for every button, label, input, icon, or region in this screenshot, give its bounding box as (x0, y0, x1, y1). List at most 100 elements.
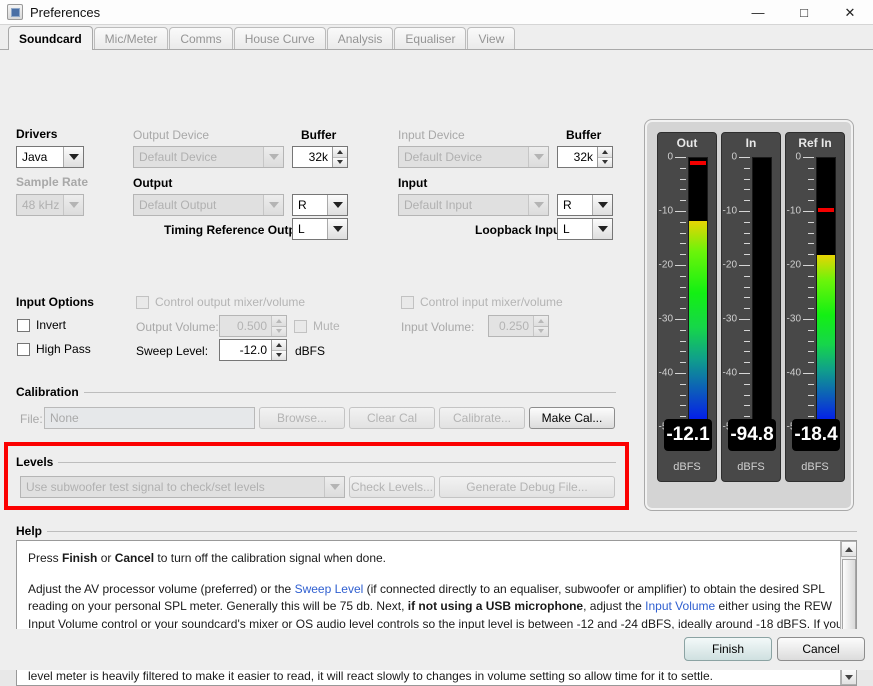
cancel-button[interactable]: Cancel (777, 637, 865, 661)
invert-checkbox[interactable]: Invert (17, 318, 66, 332)
meter-tick (680, 384, 686, 385)
stepper-up-icon[interactable] (333, 147, 347, 158)
meter-tick (744, 276, 750, 277)
meter-tick (808, 395, 814, 396)
meter-ref-in-unit: dBFS (786, 461, 844, 473)
input-device-combo[interactable]: Default Device (398, 146, 549, 168)
drivers-combo[interactable]: Java (16, 146, 84, 168)
meter-tick (808, 416, 814, 417)
tab-analysis[interactable]: Analysis (327, 27, 394, 49)
chevron-down-icon (592, 195, 612, 215)
output-volume-label: Output Volume: (136, 320, 219, 334)
high-pass-checkbox[interactable]: High Pass (17, 342, 91, 356)
output-channel-combo[interactable]: R (292, 194, 348, 216)
calibration-file-label: File: (20, 412, 43, 426)
finish-button[interactable]: Finish (684, 637, 772, 661)
input-volume-spinner[interactable]: 0.250 (488, 315, 549, 337)
output-volume-spinner[interactable]: 0.500 (219, 315, 287, 337)
meter-tick (808, 168, 814, 169)
clear-cal-button[interactable]: Clear Cal (349, 407, 435, 429)
stepper-down-icon[interactable] (272, 327, 286, 337)
sweep-level-stepper[interactable] (271, 340, 286, 360)
tab-mic-meter[interactable]: Mic/Meter (94, 27, 169, 49)
calibration-file-field[interactable]: None (44, 407, 255, 429)
control-output-mixer-checkbox[interactable]: Control output mixer/volume (136, 295, 305, 309)
help-paragraph-1: Press Finish or Cancel to turn off the c… (28, 550, 845, 568)
stepper-up-icon[interactable] (272, 316, 286, 327)
input-volume-label: Input Volume: (401, 320, 474, 334)
output-combo-value: Default Output (134, 198, 263, 212)
loopback-input-combo[interactable]: L (557, 218, 613, 240)
scroll-up-icon[interactable] (841, 541, 857, 557)
tab-soundcard[interactable]: Soundcard (8, 26, 93, 50)
sweep-level-value: -12.0 (220, 340, 271, 360)
meter-tick-label: -10 (713, 206, 737, 217)
close-button[interactable]: ✕ (827, 0, 873, 25)
tab-equaliser[interactable]: Equaliser (394, 27, 466, 49)
timing-reference-output-combo[interactable]: L (292, 218, 348, 240)
make-cal-button[interactable]: Make Cal... (529, 407, 615, 429)
minimize-button[interactable]: — (735, 0, 781, 25)
chevron-down-icon (327, 219, 347, 239)
browse-button[interactable]: Browse... (259, 407, 345, 429)
meter-ref-in-bar (816, 157, 836, 427)
tab-view[interactable]: View (467, 27, 515, 49)
generate-debug-file-button[interactable]: Generate Debug File... (439, 476, 615, 498)
input-channel-combo[interactable]: R (557, 194, 613, 216)
meter-ref-in-title: Ref In (786, 136, 844, 150)
checkbox-box (17, 319, 30, 332)
mute-checkbox[interactable]: Mute (294, 319, 340, 333)
help-p1-pre: Press (28, 551, 62, 565)
help-p2-c: , adjust the (583, 599, 645, 613)
scroll-down-icon[interactable] (841, 669, 857, 685)
drivers-label: Drivers (16, 127, 57, 141)
input-buffer-stepper[interactable] (597, 147, 612, 167)
meter-tick (680, 405, 686, 406)
help-p2-bold1: if not using a USB microphone (408, 599, 583, 613)
stepper-down-icon[interactable] (333, 158, 347, 168)
meter-tick (680, 179, 686, 180)
chevron-down-icon (324, 477, 344, 497)
stepper-down-icon[interactable] (598, 158, 612, 168)
output-buffer-stepper[interactable] (332, 147, 347, 167)
sample-rate-combo[interactable]: 48 kHz (16, 194, 84, 216)
output-combo[interactable]: Default Output (133, 194, 284, 216)
sweep-level-spinner[interactable]: -12.0 (219, 339, 287, 361)
chevron-down-icon (63, 195, 83, 215)
input-combo[interactable]: Default Input (398, 194, 549, 216)
levels-test-signal-combo[interactable]: Use subwoofer test signal to check/set l… (20, 476, 345, 498)
meter-out-readout: -12.1 (664, 419, 712, 451)
meter-tick (808, 330, 814, 331)
stepper-down-icon[interactable] (272, 351, 286, 361)
input-combo-value: Default Input (399, 198, 528, 212)
output-volume-stepper[interactable] (271, 316, 286, 336)
stepper-up-icon[interactable] (272, 340, 286, 351)
tab-comms[interactable]: Comms (169, 27, 232, 49)
maximize-button[interactable]: □ (781, 0, 827, 25)
calibrate-button[interactable]: Calibrate... (439, 407, 525, 429)
meter-tick (739, 373, 750, 374)
tab-house-curve[interactable]: House Curve (234, 27, 326, 49)
input-group-label: Input (398, 176, 427, 190)
level-meter-panel: Out 0-10-20-30-40-50 -12.1 dBFS In 0-10-… (645, 120, 853, 510)
input-volume-link[interactable]: Input Volume (645, 599, 715, 613)
meter-tick (803, 373, 814, 374)
output-device-combo[interactable]: Default Device (133, 146, 284, 168)
stepper-up-icon[interactable] (598, 147, 612, 158)
check-levels-button[interactable]: Check Levels... (349, 476, 435, 498)
output-buffer-label: Buffer (301, 128, 336, 142)
input-volume-stepper[interactable] (533, 316, 548, 336)
meter-tick (744, 243, 750, 244)
output-buffer-spinner[interactable]: 32k (292, 146, 348, 168)
help-p1-post: to turn off the calibration signal when … (154, 551, 386, 565)
output-buffer-value: 32k (293, 147, 332, 167)
input-buffer-spinner[interactable]: 32k (557, 146, 613, 168)
meter-tick (744, 222, 750, 223)
sweep-level-link[interactable]: Sweep Level (295, 582, 364, 596)
meter-tick-label: 0 (713, 152, 737, 163)
stepper-up-icon[interactable] (534, 316, 548, 327)
meter-tick (680, 341, 686, 342)
control-input-mixer-checkbox[interactable]: Control input mixer/volume (401, 295, 563, 309)
help-group-divider (16, 531, 857, 532)
stepper-down-icon[interactable] (534, 327, 548, 337)
